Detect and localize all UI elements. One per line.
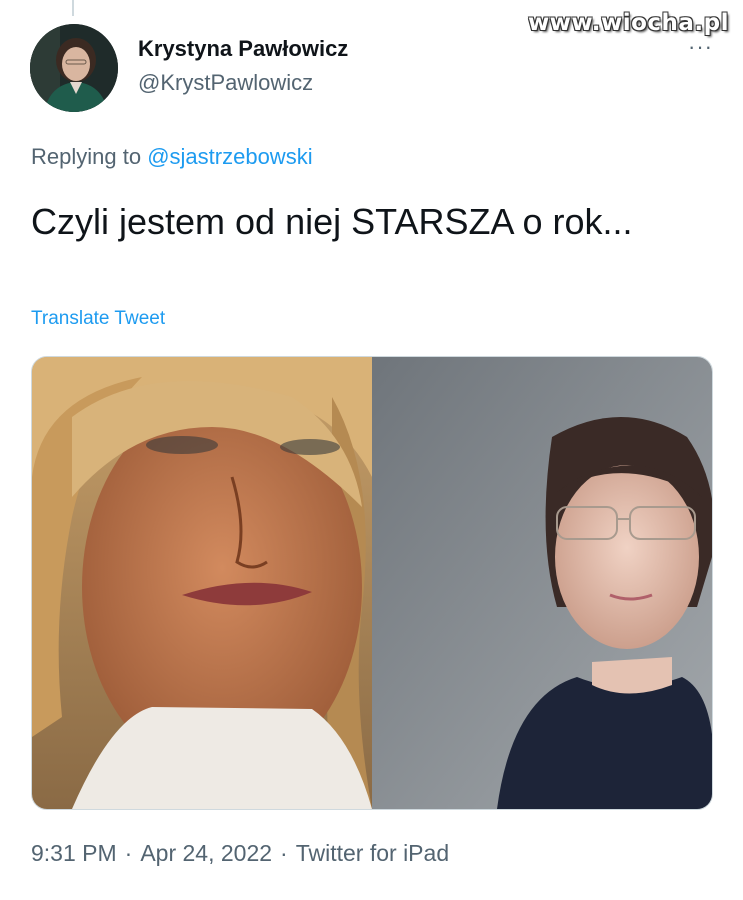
tweet-time[interactable]: 9:31 PM [31, 840, 117, 866]
tweet-text: Czyli jestem od niej STARSZA o rok... [31, 201, 633, 242]
tweet-date[interactable]: Apr 24, 2022 [140, 840, 272, 866]
tweet-media-image[interactable] [31, 356, 713, 810]
translate-tweet-link[interactable]: Translate Tweet [31, 308, 165, 330]
avatar-photo [30, 24, 118, 112]
replying-prefix: Replying to [31, 144, 142, 169]
avatar[interactable] [30, 24, 118, 112]
tweet-source-link[interactable]: Twitter for iPad [296, 840, 449, 866]
author-handle[interactable]: @KrystPawlowicz [138, 70, 313, 96]
meta-separator: · [280, 840, 288, 866]
replying-to: Replying to @sjastrzebowski [31, 144, 313, 170]
author-name[interactable]: Krystyna Pawłowicz [138, 36, 348, 62]
media-photo-collage [32, 357, 712, 809]
more-options-icon[interactable]: ··· [688, 36, 713, 58]
reply-mention-link[interactable]: @sjastrzebowski [147, 144, 312, 169]
tweet-card: Krystyna Pawłowicz @KrystPawlowicz www.w… [0, 0, 743, 900]
watermark-text: www.wiocha.pl [527, 10, 729, 36]
meta-separator: · [124, 840, 133, 866]
tweet-meta: 9:31 PM · Apr 24, 2022 · Twitter for iPad [31, 840, 449, 867]
thread-connector-line [72, 0, 74, 16]
